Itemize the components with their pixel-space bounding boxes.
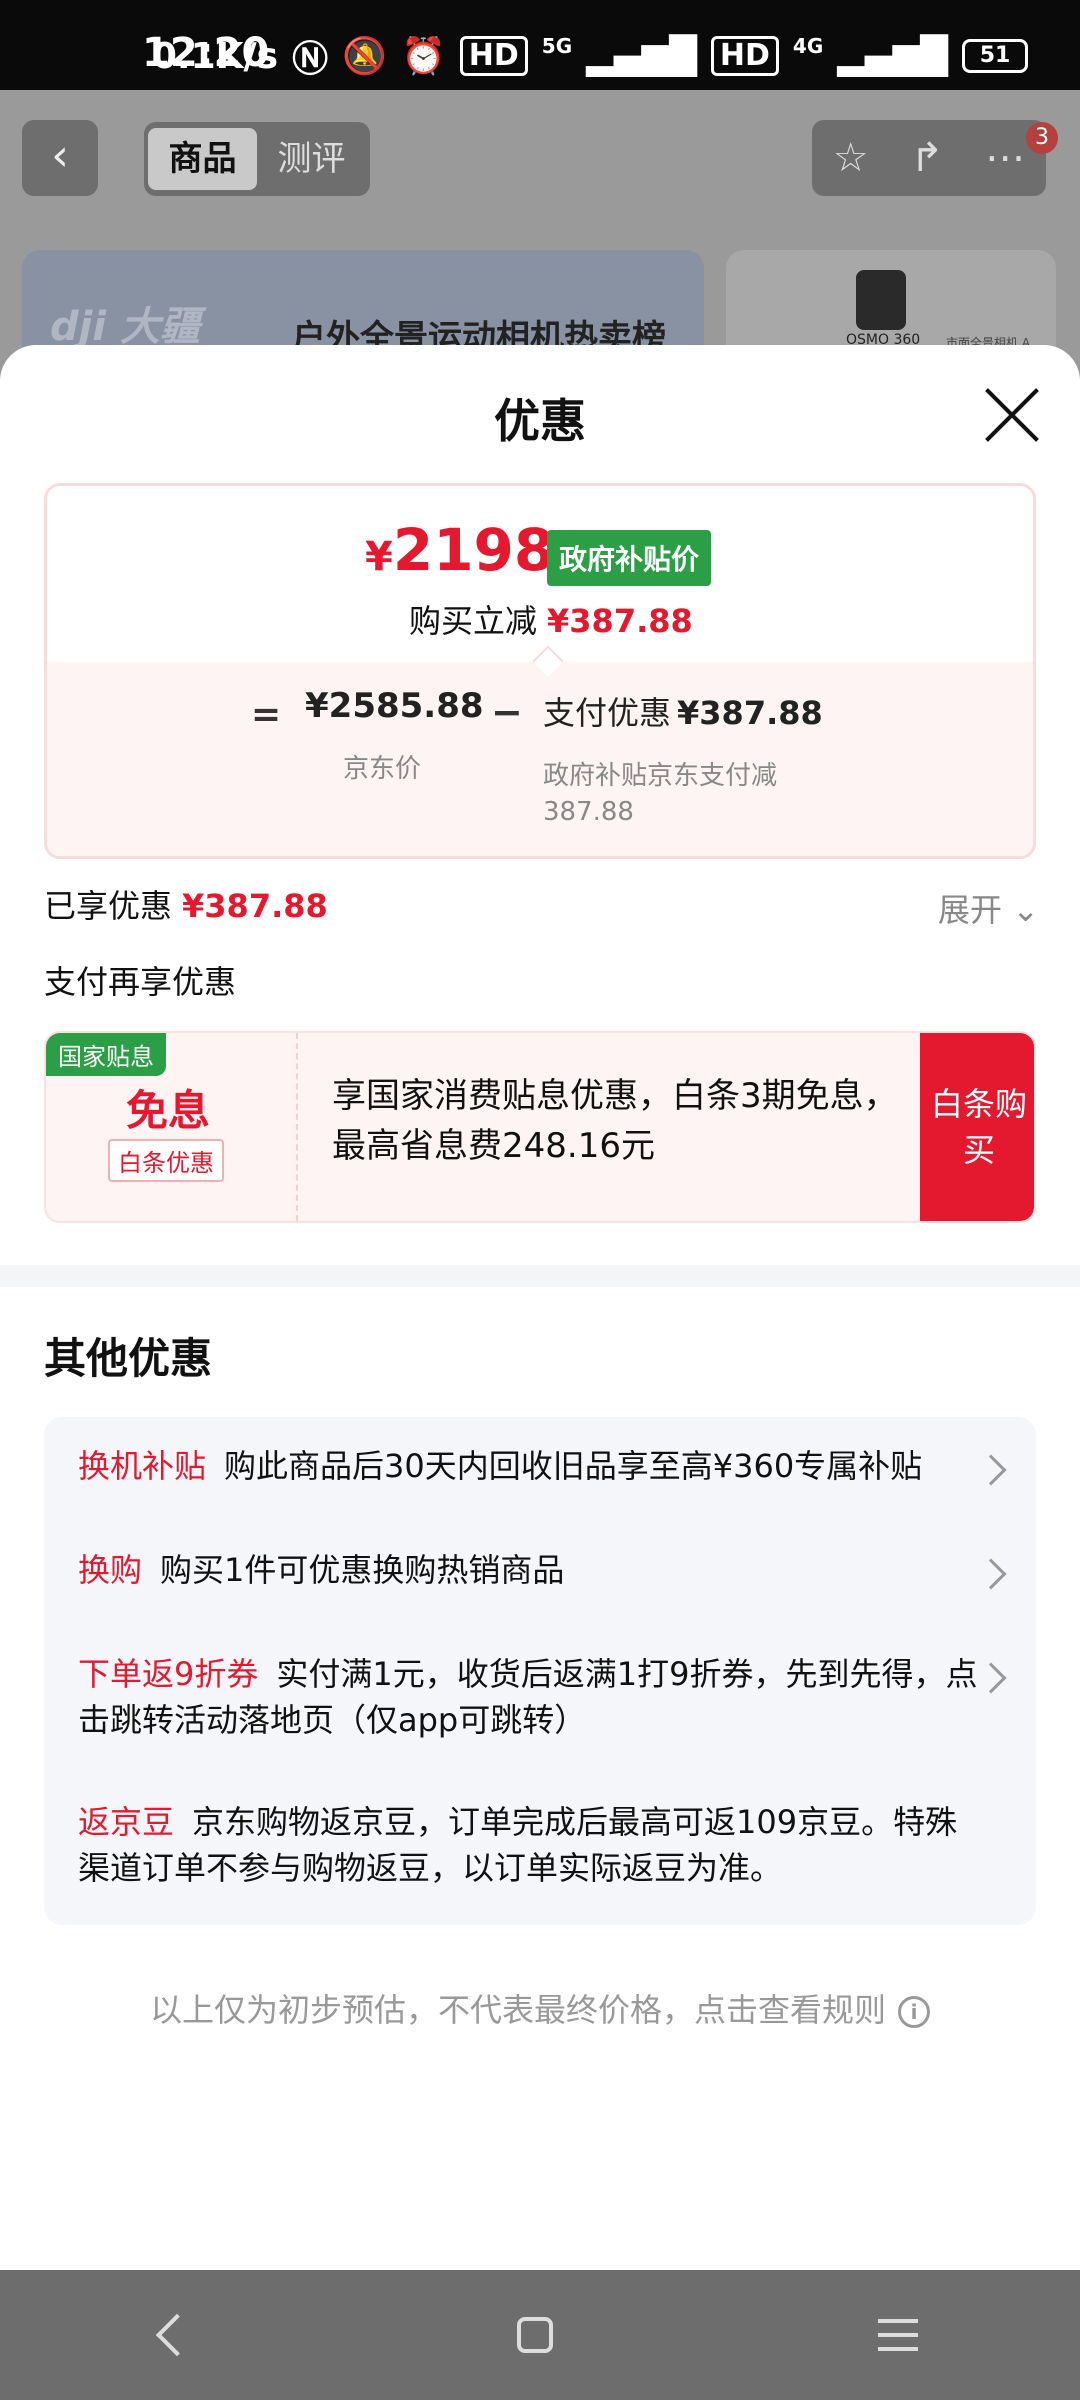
price-top: ¥2198 政府补贴价 购买立减 ¥387.88 xyxy=(47,486,1033,662)
mute-icon: 🔕 xyxy=(342,36,387,77)
card-divider xyxy=(296,1033,298,1221)
status-icons: 0.1K/s Ⓝ 🔕 ⏰ HD 5G ▂▄▆█ HD 4G ▂▄▆█ 51 xyxy=(152,30,1028,82)
back-button[interactable]: ‹ xyxy=(22,120,98,196)
brand-logo: dji 大疆 xyxy=(50,304,200,350)
tab-product[interactable]: 商品 xyxy=(148,128,257,190)
equals-sign: = xyxy=(251,694,282,735)
other-discounts-title: 其他优惠 xyxy=(44,1334,213,1383)
nav-home-icon[interactable] xyxy=(516,2317,553,2353)
national-subsidy-tag: 国家贴息 xyxy=(46,1033,166,1076)
item-tag: 换机补贴 xyxy=(78,1447,207,1485)
pay-discount-amount: ¥387.88 xyxy=(677,694,823,732)
reduce-label: 购买立减 xyxy=(409,602,538,640)
network-5g-label: 5G xyxy=(541,34,573,58)
signal-icon: ▂▄▆█ xyxy=(586,35,697,77)
interest-free-label: 免息 xyxy=(126,1086,211,1135)
item-text: 购此商品后30天内回收旧品享至高¥360专属补贴 xyxy=(224,1447,923,1485)
alarm-icon: ⏰ xyxy=(400,36,446,77)
item-text: 购买1件可优惠换购热销商品 xyxy=(160,1551,565,1589)
interest-free-card[interactable]: 国家贴息 免息 白条优惠 享国家消费贴息优惠，白条3期免息，最高省息费248.1… xyxy=(44,1031,1036,1223)
enjoyed-amount: ¥387.88 xyxy=(182,887,328,925)
nav-back-icon[interactable] xyxy=(156,2313,199,2357)
interest-free-text: 享国家消费贴息优惠，白条3期免息，最高省息费248.16元 xyxy=(332,1076,898,1166)
item-text: 京东购物返京豆，订单完成后最高可返109京豆。特殊渠道订单不参与购物返豆，以订单… xyxy=(78,1803,958,1887)
more-icon[interactable]: ⋯ xyxy=(985,135,1025,181)
item-tag: 换购 xyxy=(78,1551,143,1589)
baitiao-tag: 白条优惠 xyxy=(108,1139,224,1182)
discount-sheet: 优惠 ¥2198 政府补贴价 购买立减 ¥387.88 = ¥2585.88 京东… xyxy=(0,345,1080,2270)
share-icon[interactable]: ↱ xyxy=(910,135,944,181)
nfc-icon: Ⓝ xyxy=(292,39,329,80)
footnote-text: 以上仅为初步预估，不代表最终价格，点击查看规则 xyxy=(149,1991,886,2029)
minus-sign: − xyxy=(491,690,523,734)
enjoyed-label: 已享优惠 xyxy=(44,887,173,925)
network-speed: 0.1K/s xyxy=(151,35,279,77)
price-value: 2198 xyxy=(392,516,555,584)
pay-again-label: 支付再享优惠 xyxy=(44,963,237,1001)
close-button[interactable] xyxy=(982,385,1042,445)
item-tag: 返京豆 xyxy=(78,1803,175,1841)
pay-discount: 支付优惠 ¥387.88 xyxy=(543,688,823,734)
network-4g-label: 4G xyxy=(792,34,824,58)
other-discounts-list: 换机补贴 购此商品后30天内回收旧品享至高¥360专属补贴 换购 购买1件可优惠换购… xyxy=(44,1417,1036,1925)
hd-icon-2: HD xyxy=(710,36,779,76)
reduce-amount: ¥387.88 xyxy=(547,602,693,640)
chevron-right-icon[interactable] xyxy=(975,1454,1007,1486)
item-tag: 下单返9折券 xyxy=(78,1655,259,1693)
gov-subsidy-tag: 政府补贴价 xyxy=(547,530,712,586)
battery-icon: 51 xyxy=(962,39,1028,73)
list-item-coupon[interactable]: 下单返9折券 实付满1元，收货后返满1打9折券，先到先得，点击跳转活动落地页（仅a… xyxy=(78,1651,978,1743)
list-item-exchange[interactable]: 换购 购买1件可优惠换购热销商品 xyxy=(78,1547,978,1593)
price-bottom xyxy=(47,662,1033,856)
enjoyed-discount: 已享优惠 ¥387.88 xyxy=(44,881,328,927)
jd-price-label: 京东价 xyxy=(343,754,422,784)
expand-label: 展开 xyxy=(938,891,1003,929)
chevron-down-icon: ⌄ xyxy=(1012,891,1039,929)
price-currency: ¥ xyxy=(365,534,393,580)
baitiao-buy-button[interactable]: 白条购买 xyxy=(920,1033,1034,1221)
pay-discount-desc: 政府补贴京东支付减387.88 xyxy=(543,761,778,827)
top-tabs: 商品 测评 xyxy=(144,122,370,196)
pay-discount-label: 支付优惠 xyxy=(543,694,672,732)
list-item-trade-in[interactable]: 换机补贴 购此商品后30天内回收旧品享至高¥360专属补贴 xyxy=(78,1443,978,1489)
jd-price: ¥2585.88 xyxy=(305,686,484,726)
final-price: ¥2198 xyxy=(365,516,554,584)
price-breakdown: ¥2198 政府补贴价 购买立减 ¥387.88 = ¥2585.88 京东价 −… xyxy=(44,483,1036,859)
star-icon[interactable]: ☆ xyxy=(833,135,869,181)
camera-image xyxy=(856,270,906,330)
hd-icon: HD xyxy=(459,36,528,76)
info-icon[interactable]: i xyxy=(898,1996,930,2028)
nav-menu-icon[interactable] xyxy=(877,2319,918,2351)
signal-icon-2: ▂▄▆█ xyxy=(837,35,948,77)
rules-footnote[interactable]: 以上仅为初步预估，不代表最终价格，点击查看规则 i xyxy=(0,1985,1080,2031)
message-badge: 3 xyxy=(1026,122,1058,154)
system-nav-bar xyxy=(0,2270,1080,2400)
tab-review[interactable]: 测评 xyxy=(257,128,366,190)
list-item-jingdou: 返京豆 京东购物返京豆，订单完成后最高可返109京豆。特殊渠道订单不参与购物返豆，… xyxy=(78,1799,978,1891)
chevron-right-icon[interactable] xyxy=(975,1662,1007,1694)
section-gap xyxy=(0,1265,1080,1287)
reduce-line: 购买立减 ¥387.88 xyxy=(409,596,693,642)
top-actions: ☆ ↱ ⋯ xyxy=(812,120,1046,196)
expand-toggle[interactable]: 展开 ⌄ xyxy=(938,885,1039,931)
status-bar: 12:20 0.1K/s Ⓝ 🔕 ⏰ HD 5G ▂▄▆█ HD 4G ▂▄▆█… xyxy=(0,0,1080,90)
chevron-right-icon[interactable] xyxy=(975,1558,1007,1590)
sheet-title: 优惠 xyxy=(494,394,586,448)
